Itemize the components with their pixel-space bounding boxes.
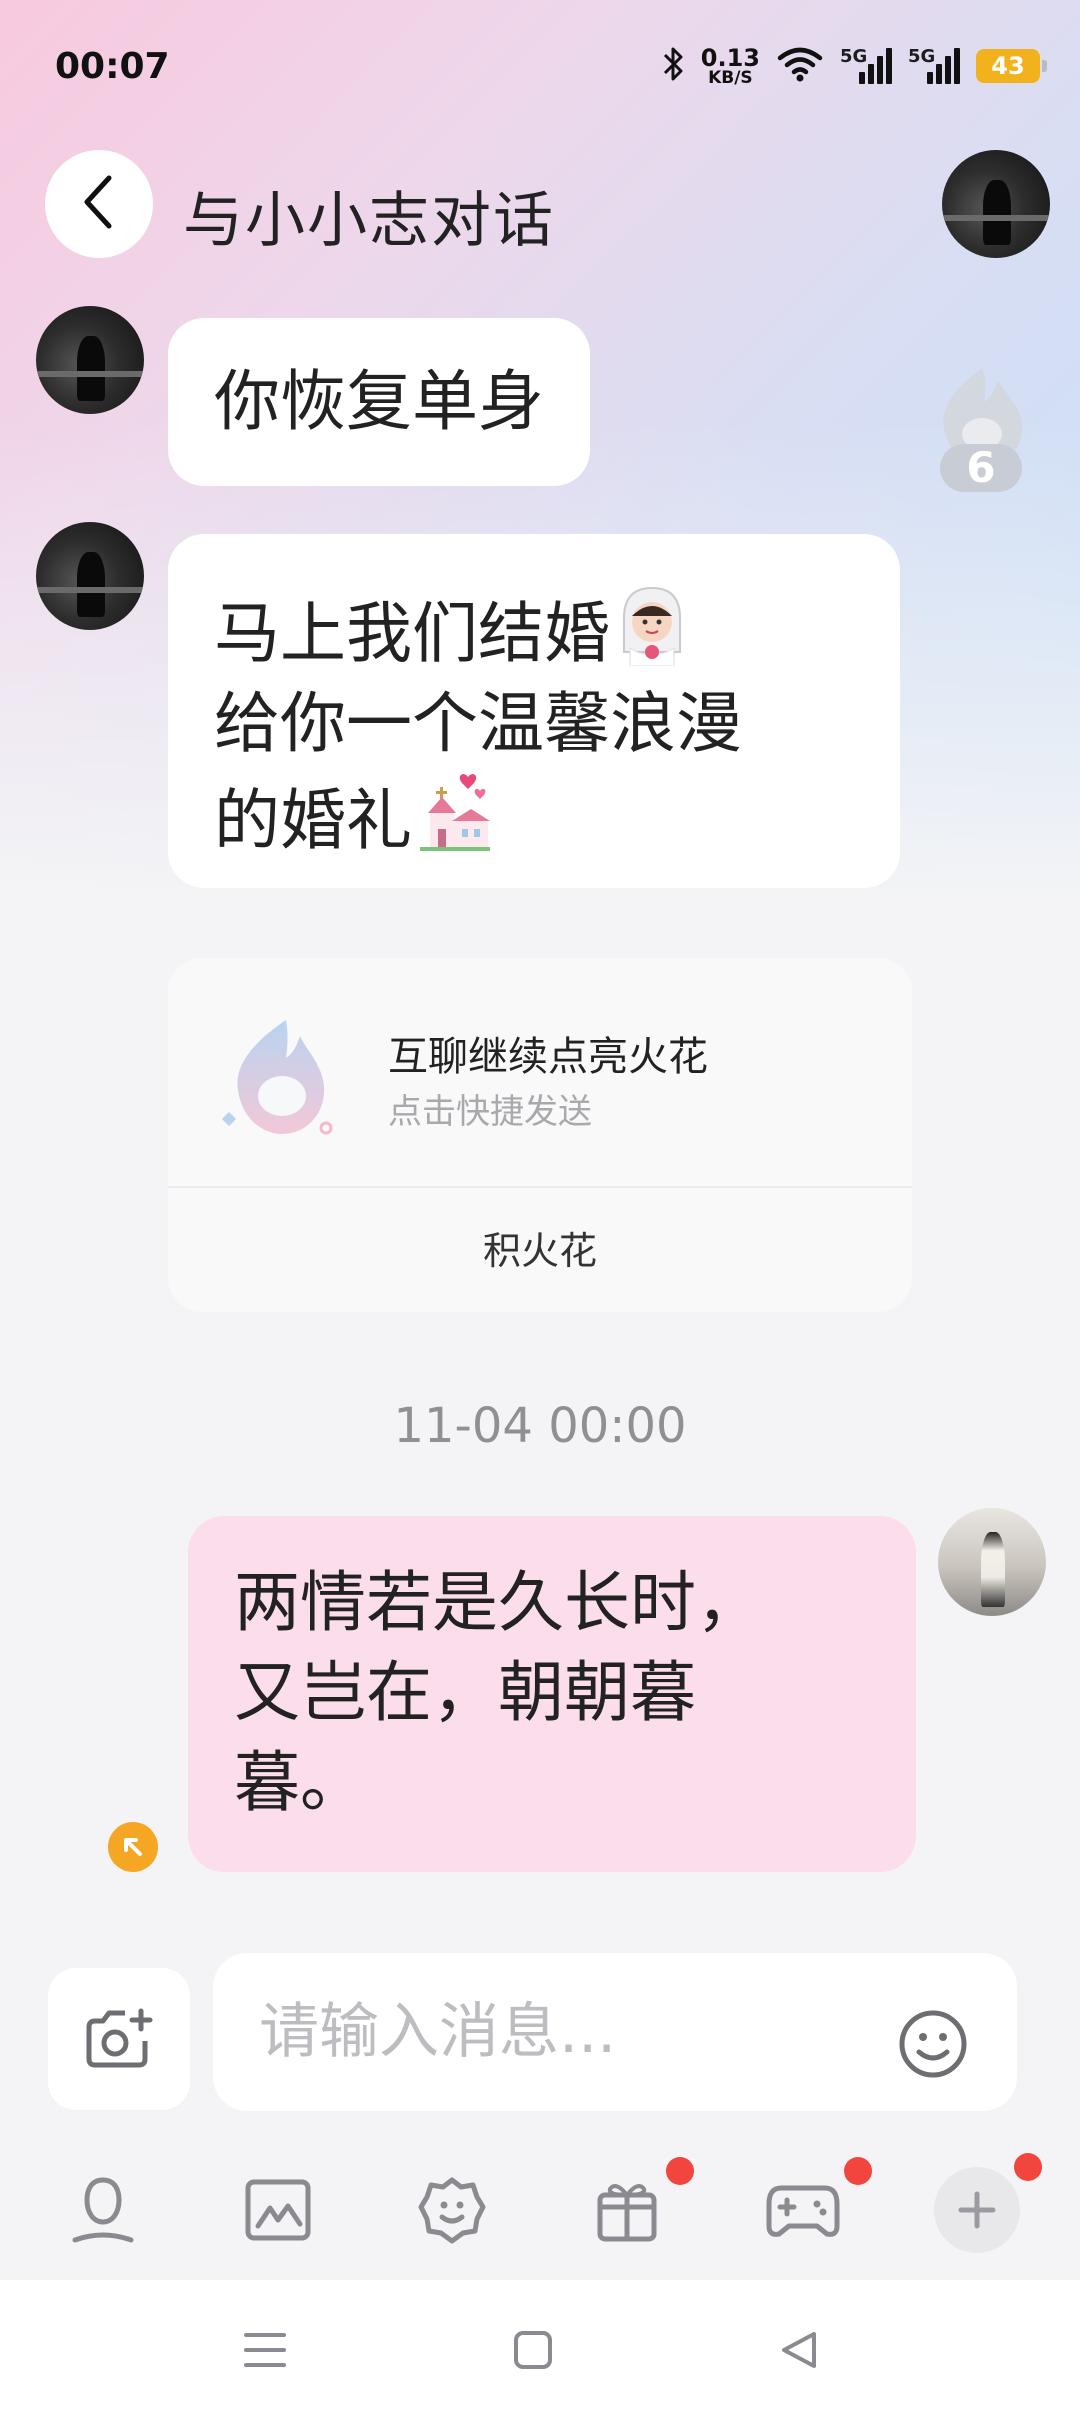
message-text: 给你一个温馨浪漫 [214,685,742,762]
signal-strength-2: 5G [908,46,960,86]
gift-button[interactable] [582,2157,694,2255]
contact-avatar[interactable] [36,522,144,630]
chevron-left-icon [79,174,119,234]
message-status-indicator [108,1822,158,1872]
spark-card-subtitle: 点击快捷发送 [388,1092,592,1132]
message-timestamp: 11-04 00:00 [393,1398,687,1454]
microphone-icon [72,2177,134,2243]
menu-icon [244,2333,286,2367]
nav-back-button[interactable] [764,2320,834,2380]
sticker-icon [418,2177,486,2244]
spark-count: 6 [940,444,1022,492]
spark-flame-icon [221,1020,333,1135]
contact-avatar[interactable] [36,306,144,414]
accumulate-spark-button[interactable]: 积火花 [168,1220,912,1275]
sticker-button[interactable] [407,2165,497,2255]
status-time: 00:07 [55,46,170,87]
gift-icon [597,2184,657,2242]
message-bubble-incoming[interactable]: 马上我们结婚 给你一个温馨浪漫 的婚礼 [168,534,900,888]
camera-button[interactable] [48,1968,190,2110]
wifi-icon [776,46,824,86]
spark-prompt-card[interactable]: 互聊继续点亮火花 点击快捷发送 积火花 [168,958,912,1312]
message-text: 马上我们结婚 [214,595,610,672]
voice-button[interactable] [58,2165,148,2255]
gamepad-icon [766,2185,840,2237]
image-button[interactable] [233,2165,323,2255]
status-icons: 0.13 KB/S 5G 5G 43 [663,43,1047,88]
message-text: 你恢复单身 [214,363,544,440]
game-notification-dot [844,2157,872,2185]
message-text: 两情若是久长时， [234,1564,762,1641]
message-bubble-outgoing[interactable]: 两情若是久长时， 又岂在，朝朝暮 暮。 [188,1516,916,1872]
signal-strength-1: 5G [840,46,892,86]
image-icon [245,2179,311,2241]
arrow-up-left-icon [124,1838,142,1856]
nav-home-button[interactable] [498,2320,568,2380]
more-notification-dot [1014,2153,1042,2181]
message-text: 暮。 [234,1744,366,1821]
contact-avatar-header[interactable] [942,150,1050,258]
smiley-icon [899,2010,967,2078]
my-avatar[interactable] [938,1508,1046,1616]
plus-icon [958,2191,996,2229]
camera-icon [86,2008,153,2068]
bride-emoji-icon [610,582,694,667]
battery-indicator: 43 [976,49,1047,83]
wedding-chapel-emoji-icon [412,769,496,853]
emoji-button[interactable] [897,2008,969,2080]
back-button[interactable] [45,150,153,258]
triangle-back-icon [782,2332,816,2368]
square-icon [514,2331,552,2369]
game-button[interactable] [758,2157,872,2255]
message-bubble-incoming[interactable]: 你恢复单身 [168,318,590,486]
gift-notification-dot [666,2157,694,2185]
message-text: 又岂在，朝朝暮 [234,1654,696,1731]
nav-menu-button[interactable] [230,2320,300,2380]
network-speed: 0.13 KB/S [700,43,760,88]
more-button[interactable] [932,2153,1042,2255]
card-divider [168,1186,912,1188]
spark-streak-badge[interactable]: 6 [932,362,1032,512]
message-text: 的婚礼 [214,782,412,859]
spark-card-title: 互聊继续点亮火花 [388,1034,708,1080]
bluetooth-icon [663,46,685,86]
page-title: 与小小志对话 [183,186,555,256]
